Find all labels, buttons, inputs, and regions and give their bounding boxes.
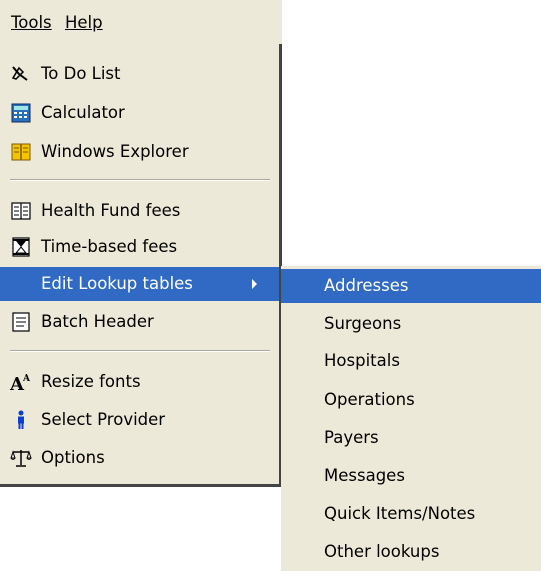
menu-item-resize-fonts[interactable]: A A Resize fonts bbox=[0, 365, 279, 399]
menu-tools-label: Tools bbox=[11, 13, 52, 32]
menu-item-windows-explorer[interactable]: Windows Explorer bbox=[0, 135, 279, 169]
menu-item-label: To Do List bbox=[41, 64, 121, 83]
menu-item-calculator[interactable]: Calculator bbox=[0, 96, 279, 130]
document-icon bbox=[12, 312, 30, 332]
submenu-item-quick-items-notes[interactable]: Quick Items/Notes bbox=[281, 497, 541, 531]
menu-tools[interactable]: Tools bbox=[9, 12, 54, 34]
tools-menu: To Do List Calculator Windows Explorer H… bbox=[0, 44, 282, 487]
menu-separator bbox=[10, 179, 270, 181]
submenu-item-label: Quick Items/Notes bbox=[324, 504, 476, 523]
menu-help-label: Help bbox=[65, 13, 103, 32]
font-size-icon: A A bbox=[10, 374, 31, 392]
submenu-item-payers[interactable]: Payers bbox=[281, 421, 541, 455]
svg-text:A: A bbox=[22, 374, 31, 384]
menu-item-batch-header[interactable]: Batch Header bbox=[0, 305, 279, 339]
menu-item-edit-lookup-tables[interactable]: Edit Lookup tables bbox=[0, 267, 279, 301]
submenu-item-label: Other lookups bbox=[324, 542, 440, 561]
menu-item-label: Calculator bbox=[41, 103, 125, 122]
lookup-submenu: Addresses Surgeons Hospitals Operations … bbox=[281, 266, 541, 571]
menu-item-label: Batch Header bbox=[41, 312, 154, 331]
submenu-item-label: Operations bbox=[324, 390, 415, 409]
menu-item-to-do-list[interactable]: To Do List bbox=[0, 57, 279, 91]
calculator-icon bbox=[11, 103, 31, 123]
menu-item-label: Options bbox=[41, 448, 105, 467]
explorer-icon bbox=[11, 143, 31, 161]
book-icon bbox=[11, 202, 31, 220]
submenu-item-addresses[interactable]: Addresses bbox=[281, 269, 541, 303]
menu-help[interactable]: Help bbox=[63, 12, 105, 34]
scales-icon bbox=[10, 450, 32, 467]
person-icon bbox=[18, 410, 24, 429]
submenu-item-label: Hospitals bbox=[324, 351, 400, 370]
submenu-item-label: Addresses bbox=[324, 276, 409, 295]
menu-item-select-provider[interactable]: Select Provider bbox=[0, 403, 279, 437]
submenu-item-label: Messages bbox=[324, 466, 405, 485]
hourglass-icon bbox=[12, 237, 30, 257]
submenu-item-hospitals[interactable]: Hospitals bbox=[281, 344, 541, 378]
menu-item-options[interactable]: Options bbox=[0, 441, 279, 475]
submenu-item-other-lookups[interactable]: Other lookups bbox=[281, 535, 541, 569]
menu-item-label: Windows Explorer bbox=[41, 142, 189, 161]
pen-icon bbox=[11, 66, 28, 81]
submenu-arrow-icon bbox=[252, 279, 257, 289]
menu-item-label: Health Fund fees bbox=[41, 201, 181, 220]
menu-item-label: Select Provider bbox=[41, 410, 166, 429]
submenu-item-operations[interactable]: Operations bbox=[281, 383, 541, 417]
menu-item-label: Resize fonts bbox=[41, 372, 141, 391]
submenu-item-messages[interactable]: Messages bbox=[281, 459, 541, 493]
submenu-item-label: Surgeons bbox=[324, 314, 402, 333]
menu-bar: Tools Help bbox=[0, 0, 282, 44]
menu-item-health-fund-fees[interactable]: Health Fund fees bbox=[0, 194, 279, 228]
menu-item-time-based-fees[interactable]: Time-based fees bbox=[0, 230, 279, 264]
menu-item-label: Edit Lookup tables bbox=[41, 274, 193, 293]
menu-separator bbox=[10, 350, 270, 352]
submenu-item-surgeons[interactable]: Surgeons bbox=[281, 307, 541, 341]
submenu-item-label: Payers bbox=[324, 428, 379, 447]
menu-item-label: Time-based fees bbox=[41, 237, 178, 256]
